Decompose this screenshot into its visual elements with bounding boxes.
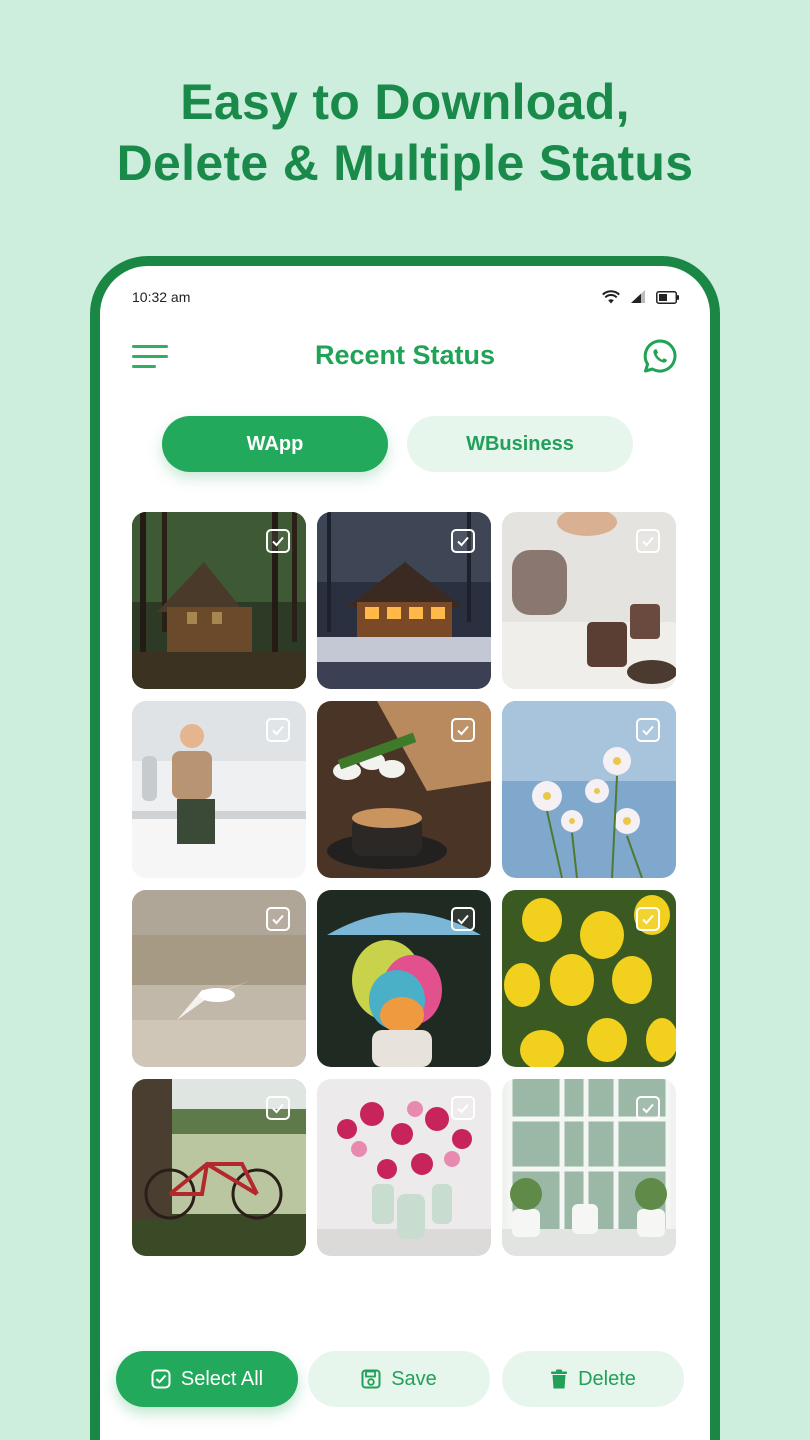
select-checkbox[interactable] — [266, 907, 290, 931]
whatsapp-icon[interactable] — [642, 338, 678, 374]
delete-button[interactable]: Delete — [502, 1351, 684, 1407]
select-checkbox[interactable] — [451, 1096, 475, 1120]
select-all-label: Select All — [180, 1367, 264, 1390]
battery-icon — [656, 290, 680, 304]
status-thumbnail[interactable] — [132, 890, 306, 1067]
headline-line-2: Delete & Multiple Status — [116, 135, 694, 191]
select-checkbox[interactable] — [636, 529, 660, 553]
select-checkbox[interactable] — [266, 718, 290, 742]
status-bar: 10:32 am — [132, 286, 680, 308]
status-icons — [602, 290, 680, 304]
select-checkbox[interactable] — [636, 1096, 660, 1120]
save-icon — [361, 1369, 381, 1389]
headline: Easy to Download, Delete & Multiple Stat… — [0, 72, 810, 194]
select-all-button[interactable]: Select All — [116, 1351, 298, 1407]
wifi-icon — [602, 290, 620, 304]
select-checkbox[interactable] — [266, 529, 290, 553]
status-thumbnail[interactable] — [502, 701, 676, 878]
status-thumbnail[interactable] — [502, 890, 676, 1067]
status-thumbnail[interactable] — [502, 512, 676, 689]
delete-label: Delete — [578, 1367, 636, 1390]
select-checkbox[interactable] — [266, 1096, 290, 1120]
select-checkbox[interactable] — [451, 907, 475, 931]
status-thumbnail[interactable] — [317, 512, 491, 689]
trash-icon — [550, 1369, 568, 1389]
status-thumbnail[interactable] — [132, 701, 306, 878]
status-time: 10:32 am — [132, 289, 191, 305]
select-checkbox[interactable] — [636, 718, 660, 742]
status-thumbnail[interactable] — [317, 890, 491, 1067]
app-bar: Recent Status — [100, 328, 710, 384]
headline-line-1: Easy to Download, — [180, 74, 630, 130]
status-thumbnail[interactable] — [317, 1079, 491, 1256]
select-checkbox[interactable] — [451, 529, 475, 553]
status-thumbnail[interactable] — [132, 1079, 306, 1256]
tab-wapp[interactable]: WApp — [162, 416, 388, 472]
select-checkbox[interactable] — [636, 907, 660, 931]
checkbox-icon — [151, 1369, 171, 1389]
save-label: Save — [391, 1367, 437, 1390]
select-checkbox[interactable] — [451, 718, 475, 742]
save-button[interactable]: Save — [308, 1351, 490, 1407]
source-tabs: WApp WBusiness — [162, 416, 634, 472]
status-thumbnail[interactable] — [502, 1079, 676, 1256]
phone-frame: 10:32 am Recent Status WApp WBusiness Se… — [90, 256, 720, 1440]
page-title: Recent Status — [314, 340, 496, 370]
tab-wbusiness[interactable]: WBusiness — [407, 416, 633, 472]
action-bar: Select All Save Delete — [116, 1351, 686, 1407]
status-thumbnail[interactable] — [132, 512, 306, 689]
signal-icon — [630, 290, 646, 304]
status-thumbnail[interactable] — [317, 701, 491, 878]
